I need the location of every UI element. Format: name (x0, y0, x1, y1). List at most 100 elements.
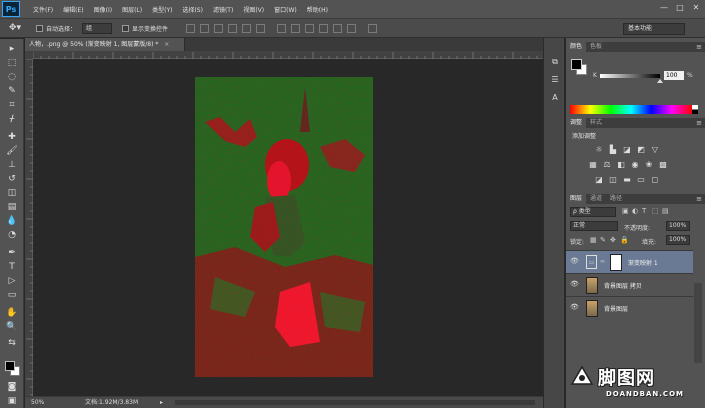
tab-adjustments[interactable]: 调整 (566, 118, 587, 128)
menu-view[interactable]: 视图(V) (238, 5, 269, 14)
horizontal-ruler[interactable] (32, 51, 543, 59)
distribute-right-icon[interactable] (347, 23, 357, 33)
menu-edit[interactable]: 编辑(E) (58, 5, 88, 14)
filter-adjustment-icon[interactable]: ◐ (632, 207, 638, 215)
restore-button[interactable]: □ (675, 3, 685, 13)
threshold-icon[interactable]: ▬ (622, 175, 632, 184)
photo-filter-icon[interactable]: ◉ (630, 160, 640, 169)
close-button[interactable]: ✕ (691, 3, 701, 13)
status-menu-icon[interactable]: ▸ (160, 397, 163, 408)
curves-icon[interactable]: ◪ (622, 145, 632, 154)
canvas-image[interactable] (195, 77, 373, 377)
menu-type[interactable]: 类型(Y) (147, 5, 177, 14)
auto-select-dropdown[interactable]: 组 (82, 22, 113, 34)
lock-position-icon[interactable]: ✥ (610, 236, 616, 244)
rectangle-tool-icon[interactable]: ▭ (5, 289, 19, 301)
gradient-map-icon[interactable]: ▭ (636, 175, 646, 184)
k-slider-thumb[interactable] (657, 79, 663, 83)
menu-filter[interactable]: 滤镜(T) (208, 5, 238, 14)
screen-mode-icon[interactable]: ▣ (5, 395, 19, 407)
foreground-color-swatch[interactable] (5, 361, 15, 371)
distribute-left-icon[interactable] (319, 23, 329, 33)
adjustments-panel-menu-icon[interactable]: ≡ (696, 118, 702, 128)
invert-icon[interactable]: ◪ (594, 175, 604, 184)
zoom-tool-icon[interactable]: 🔍 (5, 321, 19, 333)
align-top-icon[interactable] (186, 23, 196, 33)
layer-name[interactable]: 背景图层 (604, 304, 628, 313)
tab-color[interactable]: 颜色 (566, 42, 587, 52)
close-document-icon[interactable]: × (164, 41, 169, 48)
align-bottom-icon[interactable] (214, 23, 224, 33)
vertical-ruler[interactable] (25, 58, 33, 396)
visibility-eye-icon[interactable]: 👁 (570, 257, 580, 265)
layer-mask-thumb[interactable] (610, 254, 622, 271)
clone-stamp-tool-icon[interactable]: ⊥ (5, 159, 19, 171)
workspace-dropdown[interactable]: 基本功能 (623, 23, 685, 35)
lock-image-icon[interactable]: ✎ (600, 236, 606, 244)
layer-row-background-copy[interactable]: 👁 背景图层 拷贝 (566, 273, 693, 296)
selective-color-icon[interactable]: ◻ (650, 175, 660, 184)
move-tool-icon[interactable]: ▸ (5, 43, 19, 55)
lock-all-icon[interactable]: 🔒 (620, 236, 629, 244)
layer-name[interactable]: 渐变映射 1 (628, 258, 658, 267)
history-panel-icon[interactable]: ⧉ (549, 56, 561, 68)
filter-smart-icon[interactable]: ▤ (662, 207, 669, 215)
show-transform-checkbox[interactable] (122, 24, 130, 32)
dodge-tool-icon[interactable]: ◔ (5, 229, 19, 241)
exposure-icon[interactable]: ◩ (636, 145, 646, 154)
blend-mode-dropdown[interactable]: 正常 (570, 221, 618, 231)
healing-brush-tool-icon[interactable]: ✚ (5, 131, 19, 143)
filter-pixel-icon[interactable]: ▣ (622, 207, 629, 215)
tab-layers[interactable]: 图层 (566, 194, 587, 204)
fill-input[interactable]: 100% (666, 235, 690, 245)
layers-scrollbar[interactable] (694, 283, 702, 363)
character-panel-icon[interactable]: A (549, 92, 561, 104)
tab-channels[interactable]: 通道 (586, 194, 606, 204)
levels-icon[interactable]: ▙ (608, 145, 618, 154)
menu-window[interactable]: 窗口(W) (269, 5, 302, 14)
marquee-tool-icon[interactable]: ⬚ (5, 57, 19, 69)
path-select-tool-icon[interactable]: ▷ (5, 275, 19, 287)
tab-paths[interactable]: 路径 (606, 194, 626, 204)
layer-filter-dropdown[interactable]: ρ 类型 (570, 207, 616, 217)
type-tool-icon[interactable]: T (5, 261, 19, 273)
menu-select[interactable]: 选择(S) (177, 5, 208, 14)
zoom-level[interactable]: 50% (31, 397, 44, 408)
color-balance-icon[interactable]: ⚖ (602, 160, 612, 169)
menu-file[interactable]: 文件(F) (28, 5, 58, 14)
layer-name[interactable]: 背景图层 拷贝 (604, 281, 642, 290)
horizontal-scrollbar[interactable] (175, 400, 535, 405)
black-white-icon[interactable]: ◧ (616, 160, 626, 169)
eyedropper-tool-icon[interactable]: ᚋ (5, 113, 19, 125)
k-channel-slider[interactable] (600, 74, 660, 78)
color-panel-menu-icon[interactable]: ≡ (696, 42, 702, 52)
hue-saturation-icon[interactable]: ▦ (588, 160, 598, 169)
posterize-icon[interactable]: ◫ (608, 175, 618, 184)
layers-panel-menu-icon[interactable]: ≡ (696, 194, 702, 204)
menu-image[interactable]: 图像(I) (89, 5, 117, 14)
lasso-tool-icon[interactable]: ◌ (5, 71, 19, 83)
color-spectrum[interactable] (570, 105, 692, 114)
gradient-tool-icon[interactable]: ▤ (5, 201, 19, 213)
quick-mask-icon[interactable]: ◙ (5, 381, 19, 393)
canvas-area[interactable] (33, 59, 543, 396)
menu-help[interactable]: 帮助(H) (302, 5, 333, 14)
lock-transparent-icon[interactable]: ▦ (590, 236, 597, 244)
layer-row-gradient-map[interactable]: 👁 ▭ ∞ 渐变映射 1 (566, 250, 693, 273)
visibility-eye-icon[interactable]: 👁 (570, 280, 580, 288)
visibility-eye-icon[interactable]: 👁 (570, 303, 580, 311)
color-lookup-icon[interactable]: ▩ (658, 160, 668, 169)
layer-row-background[interactable]: 👁 背景图层 (566, 296, 693, 319)
quick-select-tool-icon[interactable]: ✎ (5, 85, 19, 97)
align-left-icon[interactable] (228, 23, 238, 33)
pen-tool-icon[interactable]: ✒ (5, 247, 19, 259)
default-colors-icon[interactable]: ⇆ (5, 337, 19, 349)
distribute-bottom-icon[interactable] (305, 23, 315, 33)
align-right-icon[interactable] (256, 23, 266, 33)
history-brush-tool-icon[interactable]: ↺ (5, 173, 19, 185)
ruler-origin[interactable] (25, 51, 33, 59)
hand-tool-icon[interactable]: ✋ (5, 307, 19, 319)
crop-tool-icon[interactable]: ⌗ (5, 99, 19, 111)
filter-shape-icon[interactable]: ⬚ (652, 207, 659, 215)
k-channel-value[interactable]: 100 (664, 71, 684, 80)
